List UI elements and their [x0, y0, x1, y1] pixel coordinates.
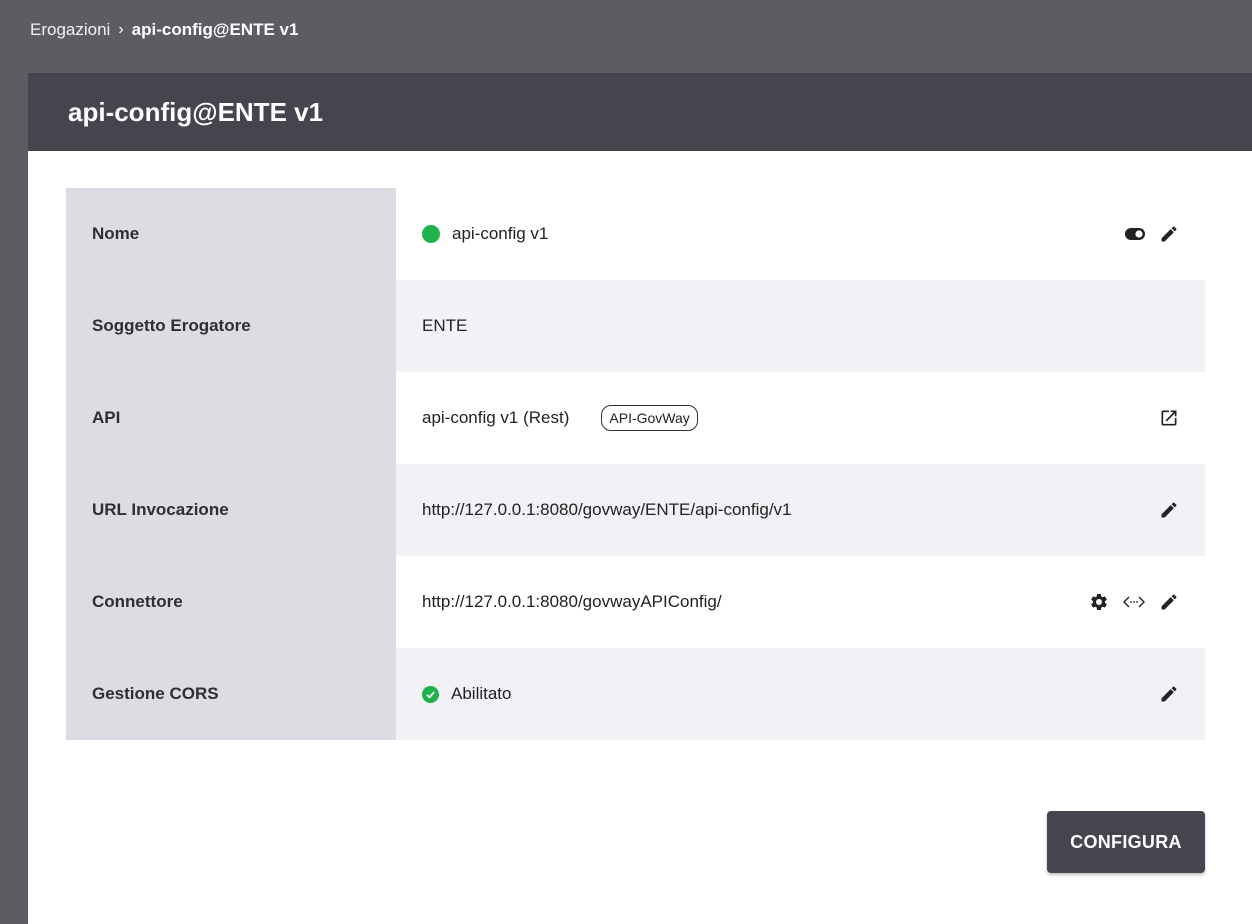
row-value: ENTE [396, 280, 1205, 372]
row-gestione-cors: Gestione CORS Abilitato [66, 648, 1205, 740]
api-tag-badge: API-GovWay [601, 405, 698, 431]
gear-icon[interactable] [1089, 592, 1109, 612]
check-circle-icon [422, 685, 439, 703]
code-icon[interactable] [1123, 595, 1145, 609]
row-value: http://127.0.0.1:8080/govwayAPIConfig/ [396, 556, 1205, 648]
row-value: api-config v1 [396, 188, 1205, 280]
cors-value: Abilitato [451, 684, 512, 703]
row-value: api-config v1 (Rest) API-GovWay [396, 372, 1205, 464]
url-value: http://127.0.0.1:8080/govway/ENTE/api-co… [422, 500, 792, 519]
row-value: http://127.0.0.1:8080/govway/ENTE/api-co… [396, 464, 1205, 556]
soggetto-value: ENTE [422, 316, 468, 335]
row-connettore: Connettore http://127.0.0.1:8080/govwayA… [66, 556, 1205, 648]
row-label: API [66, 372, 396, 464]
pencil-icon[interactable] [1159, 500, 1179, 520]
detail-panel: api-config@ENTE v1 Nome api-config v1 So… [28, 73, 1252, 924]
page-title: api-config@ENTE v1 [68, 96, 324, 127]
row-nome: Nome api-config v1 [66, 188, 1205, 280]
api-value: api-config v1 (Rest) [422, 408, 570, 427]
row-label: Nome [66, 188, 396, 280]
panel-header: api-config@ENTE v1 [28, 73, 1252, 151]
row-label: Connettore [66, 556, 396, 648]
breadcrumb-link-erogazioni[interactable]: Erogazioni [30, 20, 110, 40]
details-table: Nome api-config v1 Soggetto Erogatore EN… [66, 188, 1205, 740]
row-api: API api-config v1 (Rest) API-GovWay [66, 372, 1205, 464]
toggle-icon[interactable] [1125, 228, 1145, 240]
connettore-value: http://127.0.0.1:8080/govwayAPIConfig/ [422, 592, 722, 611]
row-label: Soggetto Erogatore [66, 280, 396, 372]
status-dot-icon [422, 225, 440, 243]
breadcrumb-separator: › [118, 21, 124, 38]
pencil-icon[interactable] [1159, 592, 1179, 612]
row-url-invocazione: URL Invocazione http://127.0.0.1:8080/go… [66, 464, 1205, 556]
row-value: Abilitato [396, 648, 1205, 740]
breadcrumb-current: api-config@ENTE v1 [131, 20, 299, 39]
row-label: Gestione CORS [66, 648, 396, 740]
pencil-icon[interactable] [1159, 224, 1179, 244]
breadcrumb: Erogazioni › api-config@ENTE v1 [30, 20, 298, 40]
open-external-icon[interactable] [1159, 408, 1179, 428]
configura-button[interactable]: CONFIGURA [1047, 811, 1205, 873]
nome-value: api-config v1 [452, 224, 549, 243]
row-soggetto-erogatore: Soggetto Erogatore ENTE [66, 280, 1205, 372]
row-label: URL Invocazione [66, 464, 396, 556]
pencil-icon[interactable] [1159, 684, 1179, 704]
